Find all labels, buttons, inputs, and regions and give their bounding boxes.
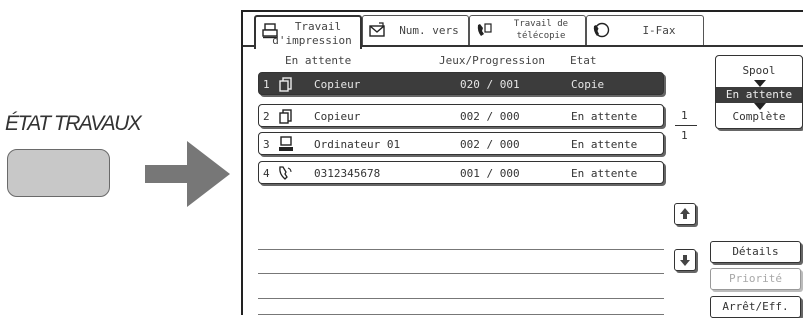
right-arrow-icon bbox=[145, 141, 230, 207]
tab-fax-job[interactable]: Travail de télécopie bbox=[469, 15, 586, 45]
tab-internet-fax[interactable]: I-Fax bbox=[586, 15, 704, 45]
tab-print-job[interactable]: Travail d'impression bbox=[254, 15, 362, 49]
phone-fax-icon bbox=[279, 166, 292, 180]
tab-internet-fax-label: I-Fax bbox=[642, 24, 676, 37]
stop-delete-button[interactable]: Arrêt/Eff. bbox=[710, 296, 801, 318]
job-state: Copie bbox=[571, 78, 605, 91]
waiting-option[interactable]: En attente bbox=[716, 87, 802, 103]
computer-icon bbox=[279, 136, 293, 151]
column-header-waiting: En attente bbox=[285, 54, 352, 67]
arrow-up-icon bbox=[680, 208, 690, 219]
job-progress: 002 / 000 bbox=[460, 138, 520, 151]
tab-scan-send[interactable]: Num. vers bbox=[362, 15, 469, 45]
complete-option[interactable]: Complète bbox=[716, 110, 802, 123]
job-number: 2 bbox=[263, 110, 270, 123]
job-status-screen: Travail d'impression Num. vers Travail d… bbox=[241, 10, 803, 318]
copier-icon bbox=[279, 77, 292, 92]
copier-icon bbox=[279, 109, 292, 124]
job-progress: 020 / 001 bbox=[460, 78, 520, 91]
job-progress: 001 / 000 bbox=[460, 167, 520, 180]
page-total: 1 bbox=[681, 129, 688, 142]
job-status-key[interactable] bbox=[7, 149, 110, 197]
column-header-state: Etat bbox=[570, 54, 597, 67]
tab-scan-send-label: Num. vers bbox=[399, 24, 459, 37]
job-state: En attente bbox=[571, 110, 638, 123]
job-row-1[interactable]: 1 Copieur 020 / 001 Copie bbox=[258, 72, 664, 95]
job-name: 0312345678 bbox=[314, 167, 381, 180]
job-name: Ordinateur 01 bbox=[314, 138, 401, 151]
job-state: En attente bbox=[571, 138, 638, 151]
scroll-down-button[interactable] bbox=[674, 249, 696, 271]
job-status-key-label: ÉTAT TRAVAUX bbox=[5, 112, 142, 135]
queue-selector[interactable]: Spool En attente Complète bbox=[715, 55, 803, 129]
page-current: 1 bbox=[681, 109, 688, 122]
job-number: 1 bbox=[263, 78, 270, 91]
tab-fax-job-line1: Travail de bbox=[513, 19, 569, 29]
priority-button[interactable]: Priorité bbox=[710, 268, 801, 290]
tab-print-job-line2: d'impression bbox=[272, 34, 352, 47]
job-number: 3 bbox=[263, 138, 270, 151]
job-number: 4 bbox=[263, 167, 270, 180]
job-name: Copieur bbox=[314, 110, 361, 123]
empty-row-line bbox=[258, 273, 664, 274]
job-row-4[interactable]: 4 0312345678 001 / 000 En attente bbox=[258, 161, 664, 184]
chevron-down-icon bbox=[754, 103, 766, 110]
empty-row-line bbox=[258, 249, 664, 250]
empty-row-line bbox=[258, 298, 664, 299]
chevron-down-icon bbox=[754, 80, 766, 87]
tab-print-job-line1: Travail bbox=[294, 20, 342, 33]
details-button[interactable]: Détails bbox=[710, 241, 801, 263]
job-row-2[interactable]: 2 Copieur 002 / 000 En attente bbox=[258, 104, 664, 127]
scan-send-icon bbox=[369, 22, 385, 37]
spool-option[interactable]: Spool bbox=[716, 64, 802, 77]
column-header-progress: Jeux/Progression bbox=[439, 54, 545, 67]
job-name: Copieur bbox=[314, 78, 361, 91]
empty-row-line bbox=[258, 314, 664, 315]
arrow-down-icon bbox=[680, 255, 690, 266]
job-row-3[interactable]: 3 Ordinateur 01 002 / 000 En attente bbox=[258, 132, 664, 155]
tab-fax-job-line2: télécopie bbox=[516, 31, 566, 41]
internet-fax-icon bbox=[593, 22, 610, 38]
fax-icon bbox=[477, 23, 492, 36]
page-divider bbox=[675, 125, 697, 126]
scroll-up-button[interactable] bbox=[674, 203, 696, 225]
job-progress: 002 / 000 bbox=[460, 110, 520, 123]
job-state: En attente bbox=[571, 167, 638, 180]
